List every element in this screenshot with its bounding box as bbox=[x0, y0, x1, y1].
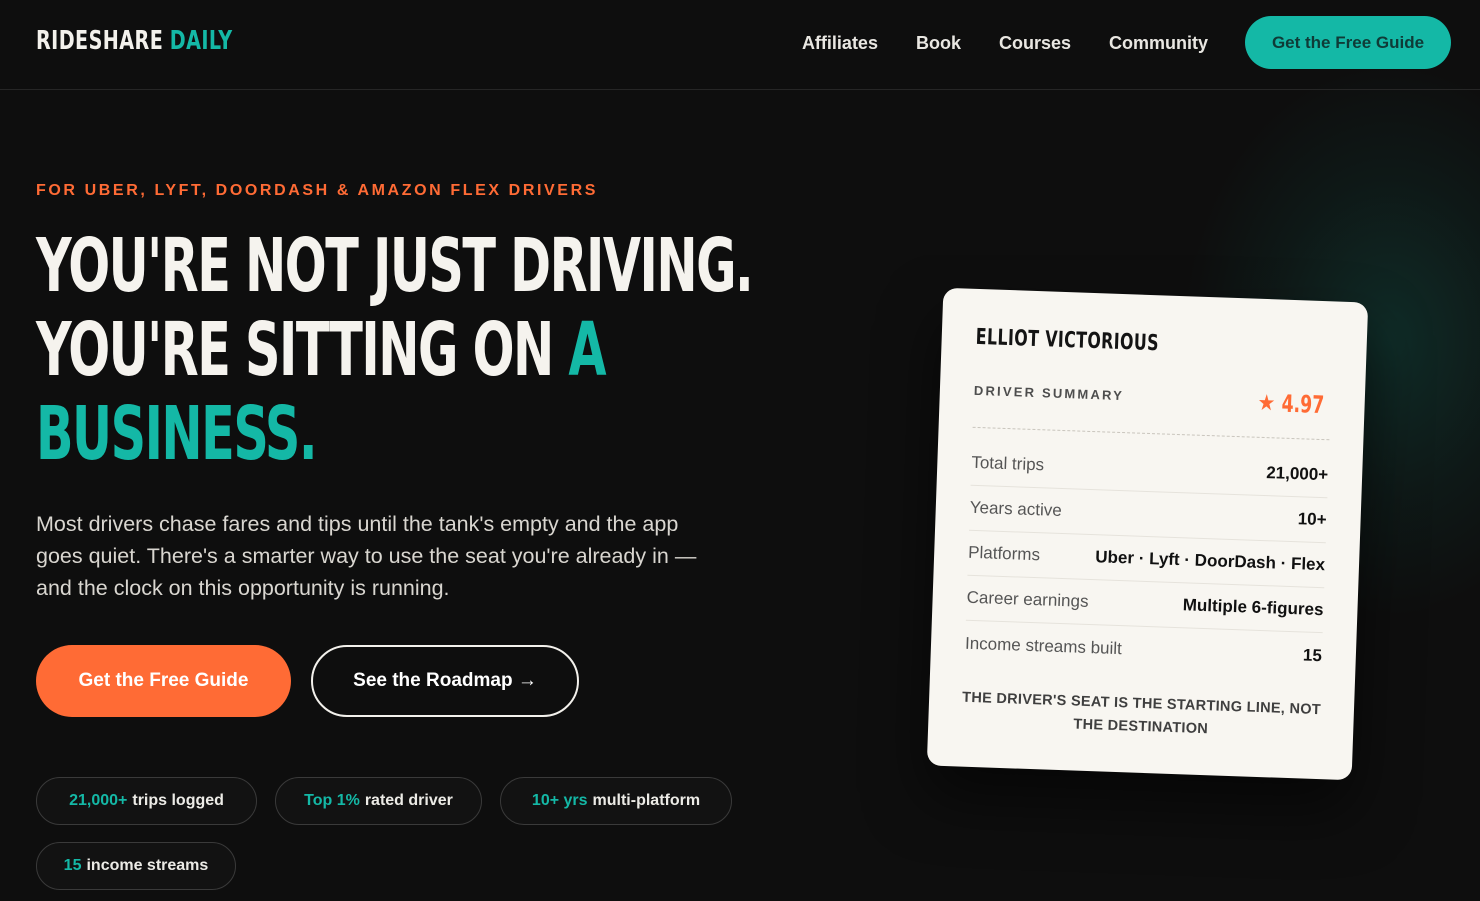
headline-line-2: YOU'RE SITTING ON bbox=[36, 307, 554, 393]
row-label: Career earnings bbox=[966, 587, 1089, 611]
stat-pill-income: 15 income streams bbox=[36, 842, 236, 890]
row-value: 21,000+ bbox=[1265, 463, 1329, 485]
row-label: Total trips bbox=[971, 452, 1045, 475]
headline-accent-business: BUSINESS. bbox=[36, 391, 318, 477]
driver-rating: ★ 4.97 bbox=[1257, 389, 1335, 420]
star-icon: ★ bbox=[1257, 390, 1276, 416]
stat-pill-years: 10+ yrs multi-platform bbox=[500, 777, 732, 825]
stat-text: income streams bbox=[86, 857, 209, 874]
top-nav: RIDESHARE DAILY Affiliates Book Courses C… bbox=[0, 0, 1480, 90]
get-free-guide-button[interactable]: Get the Free Guide bbox=[36, 645, 291, 717]
headline-accent-a: A bbox=[568, 307, 606, 393]
card-divider bbox=[972, 426, 1330, 441]
stat-text: trips logged bbox=[132, 792, 224, 809]
stat-pill-rating: Top 1% rated driver bbox=[275, 777, 482, 825]
nav-links: Affiliates Book Courses Community bbox=[802, 0, 1208, 86]
row-value: 15 bbox=[1302, 645, 1323, 665]
nav-link-book[interactable]: Book bbox=[916, 33, 961, 54]
logo-part-2: DAILY bbox=[169, 26, 233, 56]
stat-pill-trips: 21,000+ trips logged bbox=[36, 777, 257, 825]
nav-get-guide-button[interactable]: Get the Free Guide bbox=[1245, 16, 1451, 69]
headline-line-1: YOU'RE NOT JUST DRIVING. bbox=[36, 223, 754, 309]
see-roadmap-button[interactable]: See the Roadmap → bbox=[311, 645, 579, 717]
row-value: 10+ bbox=[1297, 509, 1327, 530]
row-value: Multiple 6-figures bbox=[1182, 595, 1324, 620]
logo-part-1: RIDESHARE bbox=[36, 26, 164, 56]
page: RIDESHARE DAILY Affiliates Book Courses C… bbox=[0, 0, 1480, 901]
hero-lead: Most drivers chase fares and tips until … bbox=[36, 512, 697, 600]
stat-text: multi-platform bbox=[592, 792, 701, 809]
stat-highlight: 15 bbox=[63, 857, 82, 874]
card-subtitle: DRIVER SUMMARY bbox=[973, 382, 1125, 404]
stat-highlight: 21,000+ bbox=[69, 792, 128, 809]
row-label: Income streams built bbox=[964, 633, 1123, 658]
card-stats-list: Total trips 21,000+ Years active 10+ Pla… bbox=[964, 440, 1329, 678]
nav-link-affiliates[interactable]: Affiliates bbox=[802, 33, 878, 54]
row-label: Years active bbox=[969, 497, 1063, 520]
hero-headline: YOU'RE NOT JUST DRIVING. YOU'RE SITTING … bbox=[36, 223, 754, 477]
stat-text: rated driver bbox=[364, 792, 453, 809]
stat-highlight: Top 1% bbox=[304, 792, 360, 809]
nav-link-courses[interactable]: Courses bbox=[999, 33, 1071, 54]
driver-summary-card: ELLIOT VICTORIOUS DRIVER SUMMARY ★ 4.97 … bbox=[926, 287, 1369, 781]
row-label: Platforms bbox=[967, 542, 1041, 565]
rating-value: 4.97 bbox=[1280, 389, 1325, 420]
stat-highlight: 10+ yrs bbox=[531, 792, 588, 809]
driver-name: ELLIOT VICTORIOUS bbox=[975, 324, 1160, 357]
nav-link-community[interactable]: Community bbox=[1109, 33, 1208, 54]
row-value: Uber · Lyft · DoorDash · Flex bbox=[1095, 547, 1326, 575]
card-footer-tagline: THE DRIVER'S SEAT IS THE STARTING LINE, … bbox=[961, 689, 1322, 738]
site-logo[interactable]: RIDESHARE DAILY bbox=[36, 26, 233, 56]
hero-eyebrow: FOR UBER, LYFT, DOORDASH & AMAZON FLEX D… bbox=[36, 182, 598, 199]
